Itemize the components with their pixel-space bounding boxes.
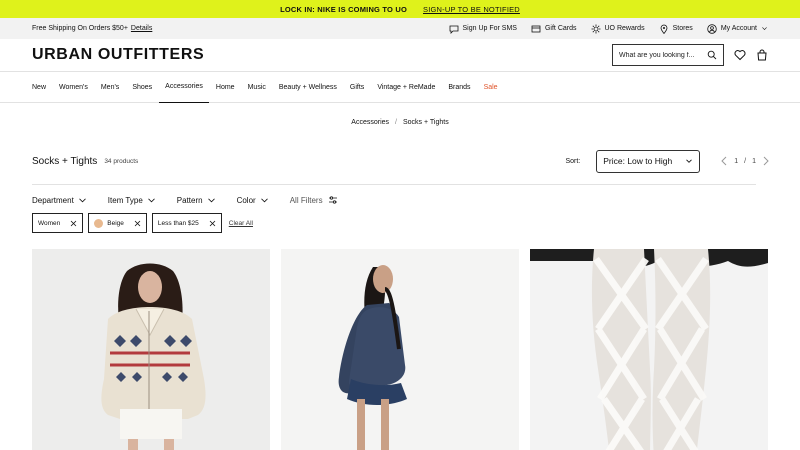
all-filters-button[interactable]: All Filters — [290, 195, 338, 205]
filter-color-label: Color — [236, 195, 256, 205]
utility-bar: Free Shipping On Orders $50+ Details Sig… — [0, 18, 800, 39]
close-icon[interactable] — [209, 220, 216, 227]
chip-beige-label: Beige — [107, 219, 124, 227]
nav-item-sale[interactable]: Sale — [477, 72, 504, 103]
sort-select[interactable]: Price: Low to High — [596, 149, 701, 173]
nav-item-new[interactable]: New — [32, 72, 53, 103]
nav-item-shoes[interactable]: Shoes — [126, 72, 159, 103]
color-swatch — [94, 218, 104, 228]
nav-item-brands[interactable]: Brands — [442, 72, 477, 103]
nav-item-accessories[interactable]: Accessories — [158, 72, 210, 103]
breadcrumb-current: Socks + Tights — [402, 119, 449, 126]
filter-department-label: Department — [32, 195, 74, 205]
filter-pattern[interactable]: Pattern — [177, 196, 215, 205]
product-grid — [32, 249, 768, 450]
chevron-down-icon — [147, 198, 155, 202]
chip-women-label: Women — [38, 219, 61, 227]
page-total: 1 — [752, 157, 756, 165]
account-menu[interactable]: My Account — [707, 23, 768, 34]
user-icon — [707, 23, 717, 34]
chip-beige: Beige — [88, 213, 147, 233]
site-logo[interactable]: URBAN OUTFITTERS — [32, 46, 204, 64]
rewards-label: UO Rewards — [604, 25, 645, 32]
cart-button[interactable] — [756, 49, 768, 61]
filter-bar: Department Item Type Pattern Color All F… — [32, 195, 338, 205]
wishlist-button[interactable] — [734, 49, 746, 61]
product-image — [281, 249, 519, 450]
pagination: 1 / 1 — [720, 156, 770, 166]
chip-price-label: Less than $25 — [157, 219, 199, 227]
active-filters: Women Beige Less than $25 Clear All — [32, 213, 253, 233]
product-card[interactable] — [32, 249, 270, 450]
filter-item-type-label: Item Type — [107, 195, 143, 205]
listing-header: Socks + Tights 34 products Sort: Price: … — [32, 148, 770, 174]
nav-item-mens[interactable]: Men's — [94, 72, 125, 103]
product-count: 34 products — [104, 157, 139, 165]
sms-label: Sign Up For SMS — [462, 25, 517, 32]
breadcrumb: Accessories / Socks + Tights — [0, 119, 800, 126]
chevron-down-icon — [207, 198, 215, 202]
filter-department[interactable]: Department — [32, 196, 86, 205]
gift-card-icon — [531, 25, 541, 32]
nav-item-music[interactable]: Music — [241, 72, 272, 103]
site-header: URBAN OUTFITTERS — [0, 39, 800, 71]
main-nav: New Women's Men's Shoes Accessories Home… — [0, 71, 800, 103]
search-box[interactable] — [612, 44, 724, 66]
chevron-left-icon[interactable] — [720, 156, 728, 166]
shopping-bag-icon — [757, 49, 767, 61]
stores-link[interactable]: Stores — [659, 24, 693, 34]
nav-item-home[interactable]: Home — [209, 72, 241, 103]
chevron-down-icon — [79, 198, 86, 202]
chip-women: Women — [32, 213, 84, 233]
gift-cards-link[interactable]: Gift Cards — [531, 24, 577, 34]
filter-color[interactable]: Color — [237, 196, 268, 205]
close-icon[interactable] — [70, 220, 77, 227]
shipping-text: Free Shipping On Orders $50+ — [32, 25, 128, 32]
chevron-down-icon — [260, 198, 268, 202]
page-current: 1 — [734, 157, 739, 165]
sms-signup-link[interactable]: Sign Up For SMS — [449, 24, 517, 34]
product-image — [32, 249, 270, 450]
sort-label: Sort: — [565, 157, 581, 165]
filter-pattern-label: Pattern — [176, 195, 203, 205]
promo-text: LOCK IN: NIKE IS COMING TO UO — [280, 4, 407, 14]
filter-item-type[interactable]: Item Type — [108, 196, 155, 205]
product-card[interactable] — [281, 249, 519, 450]
chip-price: Less than $25 — [151, 213, 222, 233]
shipping-notice: Free Shipping On Orders $50+ Details — [32, 25, 152, 32]
clear-all-link[interactable]: Clear All — [229, 220, 253, 227]
sun-icon — [591, 24, 600, 33]
gift-cards-label: Gift Cards — [544, 25, 577, 32]
page-title: Socks + Tights — [32, 155, 98, 167]
nav-item-vintage-remade[interactable]: Vintage + ReMade — [371, 72, 442, 103]
nav-item-womens[interactable]: Women's — [53, 72, 95, 103]
all-filters-label: All Filters — [289, 195, 323, 205]
chat-icon — [449, 25, 458, 34]
search-icon[interactable] — [707, 50, 717, 60]
shipping-details-link[interactable]: Details — [131, 25, 152, 32]
page-separator: / — [744, 157, 747, 165]
divider — [32, 184, 756, 185]
close-icon[interactable] — [134, 220, 141, 227]
product-image — [530, 249, 768, 450]
promo-signup-link[interactable]: SIGN-UP TO BE NOTIFIED — [423, 5, 520, 14]
location-pin-icon — [660, 24, 667, 34]
sliders-icon — [328, 196, 337, 204]
rewards-link[interactable]: UO Rewards — [591, 24, 645, 34]
search-input[interactable] — [619, 51, 705, 59]
stores-label: Stores — [672, 25, 693, 32]
chevron-down-icon — [762, 27, 767, 30]
account-label: My Account — [720, 25, 757, 32]
nav-item-beauty-wellness[interactable]: Beauty + Wellness — [272, 72, 343, 103]
breadcrumb-separator: / — [395, 119, 397, 126]
nav-item-gifts[interactable]: Gifts — [343, 72, 370, 103]
chevron-right-icon[interactable] — [762, 156, 770, 166]
promo-banner: LOCK IN: NIKE IS COMING TO UO SIGN-UP TO… — [0, 0, 800, 18]
heart-icon — [734, 50, 746, 61]
breadcrumb-accessories[interactable]: Accessories — [351, 119, 389, 126]
sort-value: Price: Low to High — [603, 156, 673, 166]
chevron-down-icon — [686, 159, 693, 163]
product-card[interactable] — [530, 249, 768, 450]
